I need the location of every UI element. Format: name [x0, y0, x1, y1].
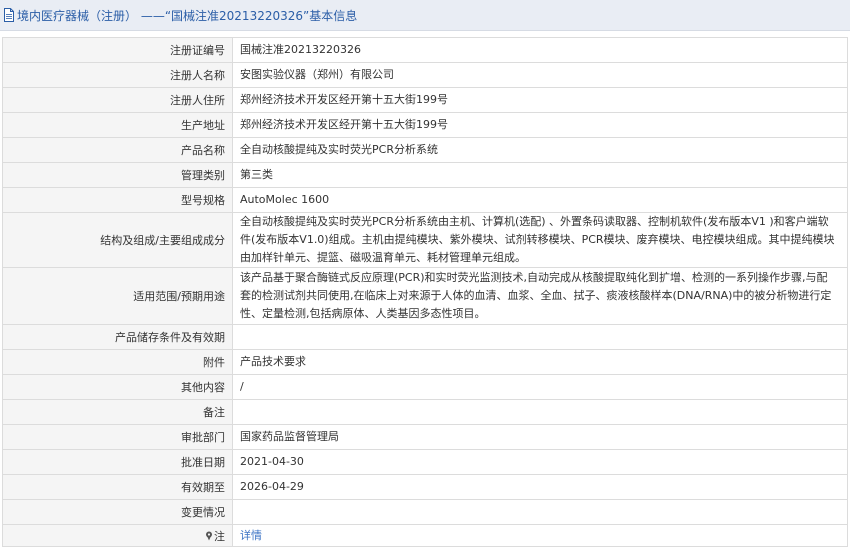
field-value — [232, 324, 848, 350]
table-row: 有效期至 2026-04-29 — [2, 474, 848, 500]
table-row: 生产地址 郑州经济技术开发区经开第十五大街199号 — [2, 112, 848, 138]
document-icon — [3, 8, 15, 22]
field-value: AutoMolec 1600 — [232, 187, 848, 213]
table-row: 审批部门 国家药品监督管理局 — [2, 424, 848, 450]
field-label: 管理类别 — [2, 162, 233, 188]
field-label: 其他内容 — [2, 374, 233, 400]
field-value: 2021-04-30 — [232, 449, 848, 475]
field-value: 国械注准20213220326 — [232, 37, 848, 63]
table-row: 产品储存条件及有效期 — [2, 324, 848, 350]
field-value: 郑州经济技术开发区经开第十五大街199号 — [232, 87, 848, 113]
field-value: 全自动核酸提纯及实时荧光PCR分析系统由主机、计算机(选配) 、外置条码读取器、… — [232, 212, 848, 268]
field-value — [232, 399, 848, 425]
table-row: 注册人名称 安图实验仪器（郑州）有限公司 — [2, 62, 848, 88]
table-row: 型号规格 AutoMolec 1600 — [2, 187, 848, 213]
table-row: 管理类别 第三类 — [2, 162, 848, 188]
table-row: 注册人住所 郑州经济技术开发区经开第十五大街199号 — [2, 87, 848, 113]
field-label: 产品储存条件及有效期 — [2, 324, 233, 350]
field-label: 注册人住所 — [2, 87, 233, 113]
field-value — [232, 499, 848, 525]
table-row: 备注 — [2, 399, 848, 425]
field-label: 生产地址 — [2, 112, 233, 138]
field-value: 详情 — [232, 524, 848, 547]
field-label: 产品名称 — [2, 137, 233, 163]
page-title: 境内医疗器械（注册） ——“国械注准20213220326”基本信息 — [17, 8, 358, 23]
details-link[interactable]: 详情 — [240, 529, 262, 542]
field-value: 安图实验仪器（郑州）有限公司 — [232, 62, 848, 88]
field-label: 适用范围/预期用途 — [2, 267, 233, 325]
field-label: 注册证编号 — [2, 37, 233, 63]
table-row: 适用范围/预期用途 该产品基于聚合酶链式反应原理(PCR)和实时荧光监测技术,自… — [2, 267, 848, 325]
field-value: 第三类 — [232, 162, 848, 188]
field-label: 批准日期 — [2, 449, 233, 475]
field-label: 审批部门 — [2, 424, 233, 450]
table-row: 批准日期 2021-04-30 — [2, 449, 848, 475]
field-label: 结构及组成/主要组成成分 — [2, 212, 233, 268]
table-row: 结构及组成/主要组成成分 全自动核酸提纯及实时荧光PCR分析系统由主机、计算机(… — [2, 212, 848, 268]
pin-icon — [205, 531, 213, 544]
field-value: 2026-04-29 — [232, 474, 848, 500]
field-label: 备注 — [2, 399, 233, 425]
field-value: / — [232, 374, 848, 400]
field-label: 注册人名称 — [2, 62, 233, 88]
field-value: 国家药品监督管理局 — [232, 424, 848, 450]
field-label: 变更情况 — [2, 499, 233, 525]
table-row: 产品名称 全自动核酸提纯及实时荧光PCR分析系统 — [2, 137, 848, 163]
field-label: 型号规格 — [2, 187, 233, 213]
note-label-cell: 注 — [2, 524, 233, 547]
field-label: 有效期至 — [2, 474, 233, 500]
field-value: 郑州经济技术开发区经开第十五大街199号 — [232, 112, 848, 138]
field-value: 该产品基于聚合酶链式反应原理(PCR)和实时荧光监测技术,自动完成从核酸提取纯化… — [232, 267, 848, 325]
device-info-table: 注册证编号 国械注准20213220326 注册人名称 安图实验仪器（郑州）有限… — [2, 37, 848, 547]
field-value: 全自动核酸提纯及实时荧光PCR分析系统 — [232, 137, 848, 163]
field-label: 附件 — [2, 349, 233, 375]
table-row: 其他内容 / — [2, 374, 848, 400]
field-value: 产品技术要求 — [232, 349, 848, 375]
table-row: 注册证编号 国械注准20213220326 — [2, 37, 848, 63]
page-title-bar: 境内医疗器械（注册） ——“国械注准20213220326”基本信息 — [0, 0, 850, 31]
table-row: 变更情况 — [2, 499, 848, 525]
table-row: 附件 产品技术要求 — [2, 349, 848, 375]
note-label: 注 — [214, 529, 225, 543]
table-row: 注 详情 — [2, 524, 848, 547]
